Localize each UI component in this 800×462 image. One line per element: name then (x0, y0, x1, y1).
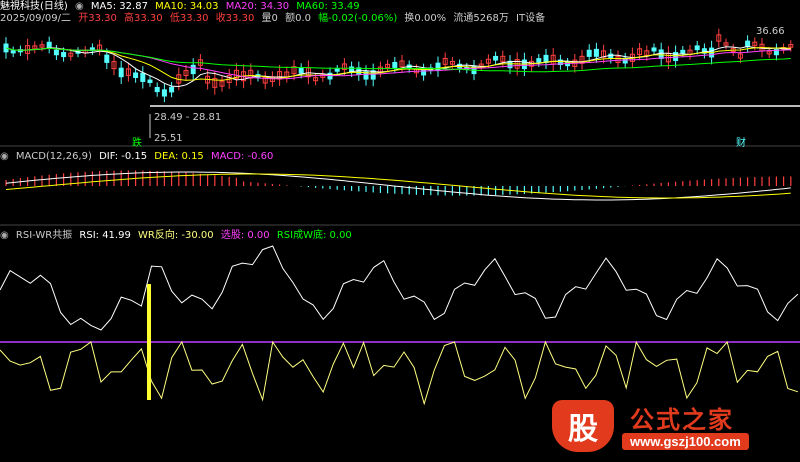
macd-histogram (5, 170, 792, 196)
amount-value: 额0.0 (285, 13, 311, 24)
resonance-signal-bar (147, 284, 151, 400)
candle-body (133, 72, 139, 78)
watermark-badge: 股 (552, 400, 614, 452)
date-value: 2025/09/09/二 (0, 13, 72, 24)
watermark: 股 公式之家 www.gszj100.com (552, 400, 772, 452)
candle-body (593, 48, 599, 57)
ma5-line (5, 45, 791, 88)
rsi-line (0, 245, 799, 331)
candle-body (536, 58, 542, 63)
candle-body (298, 68, 304, 74)
pick-value: 选股: 0.00 (220, 230, 270, 241)
rsiwr-title: RSI-WR共振 (15, 230, 73, 241)
volume-value: 量0 (261, 13, 278, 24)
event-mark-a: 跌 (132, 136, 142, 149)
watermark-url: www.gszj100.com (622, 433, 749, 450)
low-price-label: 25.51 (154, 133, 183, 144)
wr-line (0, 340, 799, 406)
wr-value: WR反向: -30.00 (138, 230, 214, 241)
ma60-value: MA60: 33.49 (296, 1, 360, 12)
change-value: 幅-0.02(-0.06%) (318, 13, 398, 24)
watermark-title: 公式之家 (630, 406, 734, 434)
close-value: 收33.30 (215, 13, 255, 24)
candle-body (658, 49, 664, 59)
rsi-value: RSI: 41.99 (79, 230, 131, 241)
dea-value: DEA: 0.15 (154, 151, 204, 162)
sector-value: IT设备 (516, 13, 546, 24)
ma20-line (5, 47, 791, 80)
turnover-value: 换0.00% (404, 13, 447, 24)
candle-body (680, 49, 686, 54)
stock-name: 魅視科技(日线) (0, 1, 68, 12)
candle-body (651, 47, 657, 52)
candle-body (190, 64, 196, 75)
candle-body (334, 68, 340, 72)
macd-icon[interactable]: ◉ (0, 151, 9, 162)
candle-body (46, 41, 52, 49)
event-mark-b: 财 (736, 136, 746, 149)
candle-body (493, 55, 499, 61)
range-label: 28.49 - 28.81 (154, 112, 221, 123)
ma-icon[interactable]: ◉ (75, 1, 84, 12)
candle-body (154, 86, 160, 93)
candle-body (169, 86, 175, 93)
ma10-line (5, 46, 791, 81)
dif-value: DIF: -0.15 (99, 151, 148, 162)
open-value: 开33.30 (78, 13, 117, 24)
moving-average-lines (5, 45, 791, 88)
macd-lines (5, 171, 791, 201)
candle-body (61, 51, 67, 58)
candle-body (104, 54, 110, 63)
candle-body (161, 89, 167, 97)
candle-body (118, 67, 124, 78)
macd-header: ◉ MACD(12,26,9) DIF: -0.15 DEA: 0.15 MAC… (0, 150, 277, 164)
high-price-label: 36.66 (756, 26, 785, 37)
candle-body (694, 45, 700, 51)
candle-body (421, 68, 427, 76)
ma5-value: MA5: 32.87 (90, 1, 148, 12)
candle-body (147, 79, 153, 84)
ma20-value: MA20: 34.30 (225, 1, 290, 12)
candle-body (10, 50, 16, 54)
candle-body (586, 49, 592, 57)
rsiwr-header: ◉ RSI-WR共振 RSI: 41.99 WR反向: -30.00 选股: 0… (0, 229, 356, 243)
title-row-2: 2025/09/09/二 开33.30 高33.30 低33.30 收33.30… (0, 12, 549, 26)
rsiw-value: RSI成W底: 0.00 (276, 230, 352, 241)
high-value: 高33.30 (124, 13, 163, 24)
float-value: 流通5268万 (453, 13, 509, 24)
low-value: 低33.30 (169, 13, 209, 24)
dif-line (5, 171, 791, 201)
macd-value: MACD: -0.60 (210, 151, 274, 162)
macd-title: MACD(12,26,9) (15, 151, 92, 162)
candle-body (392, 61, 398, 68)
rsiwr-icon[interactable]: ◉ (0, 230, 9, 241)
candle-body (53, 49, 59, 56)
ma10-value: MA10: 34.03 (155, 1, 219, 12)
candle-body (140, 72, 146, 82)
